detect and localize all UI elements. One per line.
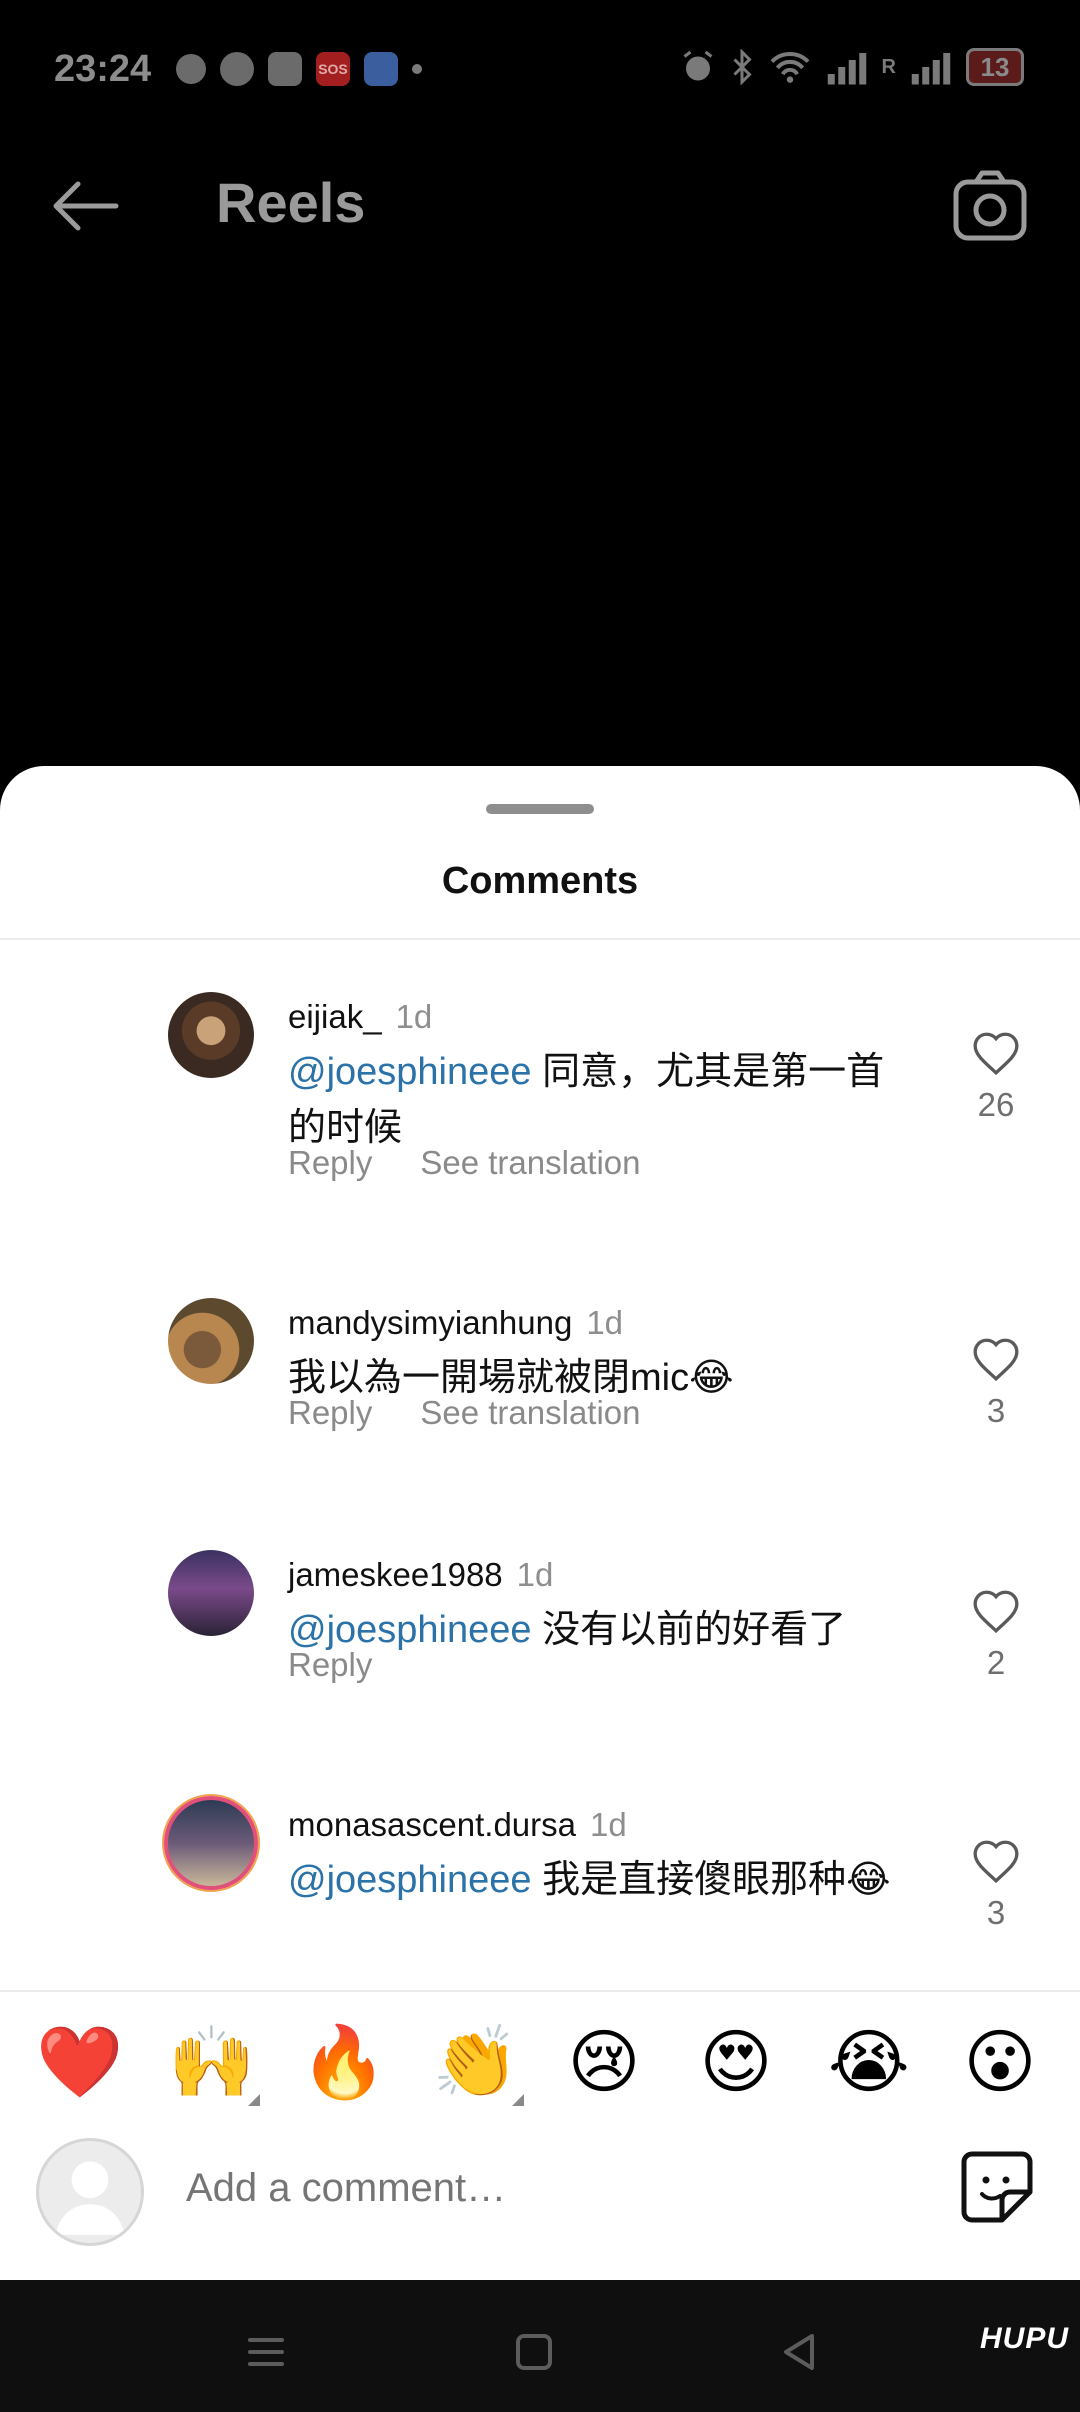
comment-actions: Reply <box>288 1646 372 1684</box>
skin-tone-indicator <box>248 2094 260 2106</box>
app-icon <box>364 52 398 86</box>
signal-icon <box>827 53 866 85</box>
comment-text: @joesphineee 没有以前的好看了 <box>288 1602 908 1658</box>
recents-menu-icon[interactable] <box>236 2322 296 2382</box>
reply-button[interactable]: Reply <box>288 1646 372 1684</box>
comment-header: mandysimyianhung 1d <box>288 1304 623 1342</box>
reply-button[interactable]: Reply <box>288 1144 372 1182</box>
comment-input[interactable] <box>186 2166 906 2211</box>
my-avatar <box>36 2138 144 2246</box>
comment-item: jameskee1988 1d @joesphineee 没有以前的好看了 Rep… <box>0 1550 1080 1750</box>
chat-bubble-icon <box>176 54 206 84</box>
mention-link[interactable]: @joesphineee <box>288 1051 532 1093</box>
notification-icons: SOS <box>176 52 422 86</box>
avatar[interactable] <box>168 1298 254 1384</box>
emoji-fire[interactable]: 🔥 <box>300 2022 387 2102</box>
like-count: 3 <box>986 1894 1006 1931</box>
comment-text: @joesphineee 我是直接傻眼那种😂 <box>288 1852 908 1908</box>
comment-item: mandysimyianhung 1d 我以為一開場就被閉mic😂 Reply S… <box>0 1298 1080 1498</box>
emoji-heart-eyes[interactable]: 😍 <box>696 2022 776 2102</box>
sos-icon: SOS <box>316 52 350 86</box>
comment-time: 1d <box>395 998 433 1035</box>
wechat-icon <box>220 52 254 86</box>
divider <box>0 938 1080 940</box>
comment-composer <box>0 2120 1080 2280</box>
sheet-title: Comments <box>441 860 639 902</box>
comment-item: monasascent.dursa 1d @joesphineee 我是直接傻眼那… <box>0 1796 1080 2000</box>
like-control: 26 <box>968 1030 1024 1124</box>
see-translation-button[interactable]: See translation <box>420 1144 640 1182</box>
emoji-crying[interactable]: 😢 <box>564 2022 644 2102</box>
reels-header: Reels <box>0 140 1080 270</box>
mail-icon <box>268 52 302 86</box>
like-count: 26 <box>977 1086 1015 1123</box>
comment-time: 1d <box>586 1304 624 1341</box>
page-title: Reels <box>216 171 366 234</box>
status-time: 23:24 <box>54 48 152 90</box>
comment-body: 我以為一開場就被閉mic😂 <box>288 1357 734 1399</box>
back-triangle-icon[interactable] <box>770 2322 830 2382</box>
status-bar: 23:24 SOS R 13 <box>0 0 1080 140</box>
comment-time: 1d <box>590 1806 627 1843</box>
comment-body: 我是直接傻眼那种😂 <box>531 1859 891 1901</box>
comment-header: monasascent.dursa 1d <box>288 1806 627 1844</box>
wifi-icon <box>770 52 809 83</box>
default-avatar-icon <box>55 2161 125 2235</box>
comment-item: eijiak_ 1d @joesphineee 同意，尤其是第一首的时候 Repl… <box>0 992 1080 1192</box>
signal-2-icon <box>911 53 951 85</box>
heart-icon[interactable] <box>971 1588 1021 1634</box>
see-translation-button[interactable]: See translation <box>420 1394 640 1432</box>
comment-body: 没有以前的好看了 <box>531 1609 847 1651</box>
emoji-heart[interactable]: ❤️ <box>36 2022 123 2102</box>
heart-icon[interactable] <box>971 1336 1021 1382</box>
heart-icon[interactable] <box>971 1030 1021 1076</box>
alarm-icon <box>683 50 712 81</box>
comment-time: 1d <box>516 1556 554 1593</box>
emoji-surprised[interactable]: 😮 <box>960 2022 1040 2102</box>
avatar-with-story-ring[interactable] <box>164 1796 258 1890</box>
comment-username[interactable]: mandysimyianhung <box>288 1304 572 1341</box>
like-count: 2 <box>986 1644 1006 1681</box>
emoji-sobbing[interactable]: 😭 <box>828 2022 910 2102</box>
skin-tone-indicator <box>512 2094 524 2106</box>
bluetooth-icon <box>732 49 752 85</box>
heart-icon[interactable] <box>971 1838 1021 1884</box>
mention-link[interactable]: @joesphineee <box>288 1609 532 1651</box>
comment-username[interactable]: monasascent.dursa <box>288 1806 576 1843</box>
comment-username[interactable]: eijiak_ <box>288 998 382 1035</box>
comment-header: jameskee1988 1d <box>288 1556 553 1594</box>
like-control: 3 <box>968 1838 1024 1932</box>
mention-link[interactable]: @joesphineee <box>288 1859 532 1901</box>
more-notifications-dot <box>412 64 422 74</box>
comment-text: @joesphineee 同意，尤其是第一首的时候 <box>288 1044 908 1156</box>
sticker-icon[interactable] <box>958 2148 1036 2226</box>
emoji-reaction-bar: ❤️ 🙌 🔥 👏 😢 😍 😭 😮 <box>0 1990 1080 2120</box>
watermark-logo: HUPU <box>980 2322 1070 2355</box>
comment-header: eijiak_ 1d <box>288 998 432 1036</box>
comment-actions: Reply See translation <box>288 1144 641 1182</box>
back-arrow-icon[interactable] <box>46 176 122 236</box>
like-control: 2 <box>968 1588 1024 1682</box>
home-square-icon[interactable] <box>504 2322 564 2382</box>
emoji-clapping[interactable]: 👏 <box>432 2022 519 2102</box>
reply-button[interactable]: Reply <box>288 1394 372 1432</box>
avatar[interactable] <box>168 1550 254 1636</box>
emoji-raised-hands[interactable]: 🙌 <box>168 2022 255 2102</box>
roaming-label: R <box>881 55 896 78</box>
like-count: 3 <box>986 1392 1006 1429</box>
avatar[interactable] <box>168 992 254 1078</box>
comment-actions: Reply See translation <box>288 1394 641 1432</box>
system-nav-bar: HUPU <box>0 2280 1080 2412</box>
system-icons: R 13 <box>680 48 1024 86</box>
drag-handle[interactable] <box>486 804 594 814</box>
camera-icon[interactable] <box>950 166 1030 246</box>
comment-username[interactable]: jameskee1988 <box>288 1556 503 1593</box>
battery-icon: 13 <box>966 48 1024 86</box>
like-control: 3 <box>968 1336 1024 1430</box>
